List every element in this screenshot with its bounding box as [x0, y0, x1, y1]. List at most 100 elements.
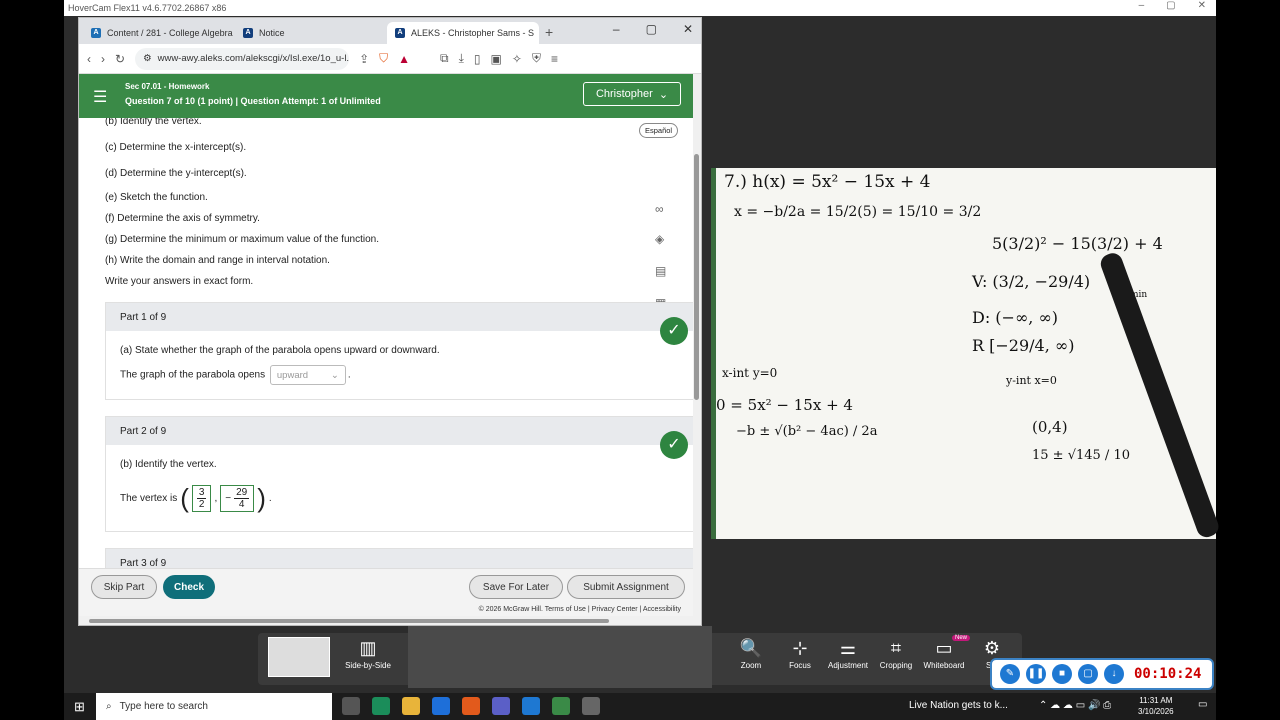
vertical-scrollbar[interactable]	[693, 74, 701, 625]
hw-line-vertex-x: x = −b/2a = 15/2(5) = 15/10 = 3/2	[734, 204, 982, 220]
sidebar-icon[interactable]: ▯	[474, 52, 481, 66]
clock[interactable]: 11:31 AM 3/10/2026	[1138, 695, 1174, 717]
part-2-question: (b) Identify the vertex.	[120, 459, 217, 470]
user-menu-button[interactable]: Christopher ⌄	[583, 82, 681, 106]
wallet-icon[interactable]: ▣	[491, 52, 502, 66]
close-button[interactable]: ✕	[1198, 0, 1206, 11]
thumbnail-preview[interactable]	[268, 637, 330, 677]
taskbar-search[interactable]: ⌕ Type here to search	[96, 693, 332, 720]
skip-part-button[interactable]: Skip Part	[91, 575, 157, 599]
save-for-later-button[interactable]: Save For Later	[469, 575, 563, 599]
task-view-icon[interactable]	[342, 697, 360, 715]
reload-icon[interactable]: ↻	[115, 52, 125, 66]
system-tray-icons[interactable]: ⌃ ☁ ☁ ▭ 🔊 ⎙	[1039, 700, 1111, 711]
close-button[interactable]: ✕	[683, 22, 693, 36]
leo-icon[interactable]: ✧	[512, 52, 522, 66]
download-icon[interactable]: ⤓	[459, 51, 464, 66]
tab-college-algebra[interactable]: A Content / 281 - College Algebra	[83, 22, 235, 44]
pen-icon[interactable]: ✎	[1000, 664, 1020, 684]
camera-overlay	[408, 626, 712, 688]
part-1: Part 1 of 9 ✓ (a) State whether the grap…	[105, 302, 693, 400]
new-tab-button[interactable]: +	[539, 24, 559, 44]
maximize-button[interactable]: ▢	[1166, 0, 1175, 11]
tab-aleks[interactable]: AALEKS - Christopher Sams - S✕	[387, 22, 539, 44]
footer: © 2026 McGraw Hill. Terms of Use | Priva…	[79, 604, 693, 616]
direction-select[interactable]: upward ⌄	[269, 365, 346, 385]
zoom-icon: 🔍	[739, 638, 763, 658]
brave-rewards-icon[interactable]: ▲	[398, 52, 410, 66]
search-placeholder: Type here to search	[119, 701, 208, 712]
stop-icon[interactable]: ■	[1052, 664, 1072, 684]
zoom-button[interactable]: 🔍 Zoom	[723, 635, 779, 670]
item-f: (f) Determine the axis of symmetry.	[105, 213, 260, 224]
app-title: HoverCam Flex11 v4.6.7702.26867 x86	[68, 3, 227, 13]
infinity-icon[interactable]: ∞	[655, 202, 664, 216]
share-icon[interactable]: ⇪	[359, 52, 369, 66]
vpn-icon[interactable]: ⛨	[532, 51, 541, 66]
address-bar: ‹ › ↻ ⚙ www-awy.aleks.com/alekscgi/x/Isl.ex…	[79, 44, 701, 74]
aleks-favicon-icon: A	[243, 28, 253, 38]
maximize-button[interactable]: ▢	[646, 22, 657, 36]
recording-timer: 00:10:24	[1134, 666, 1202, 682]
tab-label: ALEKS - Christopher Sams - S	[411, 28, 535, 38]
horizontal-scrollbar[interactable]	[79, 616, 693, 625]
hamburger-menu-icon[interactable]: ☰	[93, 87, 107, 107]
windows-start-icon[interactable]: ⊞	[74, 699, 85, 715]
teams-icon[interactable]	[492, 697, 510, 715]
question-status: Question 7 of 10 (1 point) | Question At…	[125, 96, 381, 106]
check-button[interactable]: Check	[163, 575, 215, 599]
notification-icon[interactable]: ▭	[1198, 699, 1207, 710]
file-explorer-icon[interactable]	[402, 697, 420, 715]
vertex-x[interactable]: 32	[191, 485, 212, 512]
chevron-down-icon: ⌄	[658, 88, 669, 101]
vertex-y[interactable]: −29 4	[220, 485, 255, 512]
correct-check-icon: ✓	[660, 431, 688, 459]
answer-prefix: The graph of the parabola opens	[120, 369, 266, 381]
forward-icon[interactable]: ›	[101, 52, 105, 66]
chevron-down-icon: ⌄	[330, 369, 339, 381]
hw-line-zero: 0 = 5x² − 15x + 4	[716, 396, 853, 414]
menu-icon[interactable]: ≡	[551, 52, 558, 66]
site-info-icon[interactable]: ⚙	[143, 53, 152, 64]
tab-strip: A Content / 281 - College Algebra A Notice…	[79, 18, 701, 44]
side-by-side-button[interactable]: ▥ Side-by-Side	[340, 635, 396, 670]
aleks-favicon-icon: A	[91, 28, 101, 38]
notes-icon[interactable]: ▤	[655, 264, 666, 278]
hovercam-app-icon[interactable]	[552, 697, 570, 715]
tab-notice[interactable]: A Notice	[235, 22, 387, 44]
snipping-tool-icon[interactable]	[582, 697, 600, 715]
side-by-side-icon: ▥	[359, 638, 377, 658]
part-1-question: (a) State whether the graph of the parab…	[120, 345, 440, 356]
submit-assignment-button[interactable]: Submit Assignment	[567, 575, 685, 599]
hw-line-substitute: 5(3/2)² − 15(3/2) + 4	[992, 234, 1163, 253]
item-e: (e) Sketch the function.	[105, 192, 208, 203]
question-content: (b) Identify the vertex. Español (c) Det…	[79, 118, 693, 568]
download-icon[interactable]: ↓	[1104, 664, 1124, 684]
edge-icon[interactable]	[372, 697, 390, 715]
part-1-title: Part 1 of 9	[106, 303, 693, 331]
url-text: www-awy.aleks.com/alekscgi/x/Isl.exe/1o_…	[157, 53, 350, 64]
brave-icon[interactable]	[462, 697, 480, 715]
pause-icon[interactable]: ❚❚	[1026, 664, 1046, 684]
screenshot-icon[interactable]: ▢	[1078, 664, 1098, 684]
correct-check-icon: ✓	[660, 317, 688, 345]
answer-prefix: The vertex is	[120, 493, 178, 504]
hw-quadratic-formula: −b ± √(b² − 4ac) / 2a	[736, 424, 878, 439]
outlook-icon[interactable]	[432, 697, 450, 715]
tab-label: Notice	[259, 28, 285, 38]
url-field[interactable]: ⚙ www-awy.aleks.com/alekscgi/x/Isl.exe/1o…	[135, 47, 350, 70]
back-icon[interactable]: ‹	[87, 52, 91, 66]
hw-result: 15 ± √145 / 10	[1032, 448, 1130, 463]
news-widget[interactable]: Live Nation gets to k...	[909, 700, 1008, 711]
part-2-title: Part 2 of 9	[106, 417, 693, 445]
user-name: Christopher	[595, 88, 653, 100]
espanol-button[interactable]: Español	[639, 123, 679, 138]
part-3: Part 3 of 9	[105, 548, 693, 568]
recorder-app-icon[interactable]	[522, 697, 540, 715]
hw-y-int: y-int x=0	[1006, 374, 1057, 387]
minimize-button[interactable]: –	[1139, 0, 1145, 11]
extensions-icon[interactable]: ⧉	[440, 51, 449, 66]
brave-shield-icon[interactable]: ⛉	[379, 51, 388, 66]
guided-solution-icon[interactable]: ◈	[655, 232, 664, 246]
minimize-button[interactable]: –	[613, 22, 620, 36]
